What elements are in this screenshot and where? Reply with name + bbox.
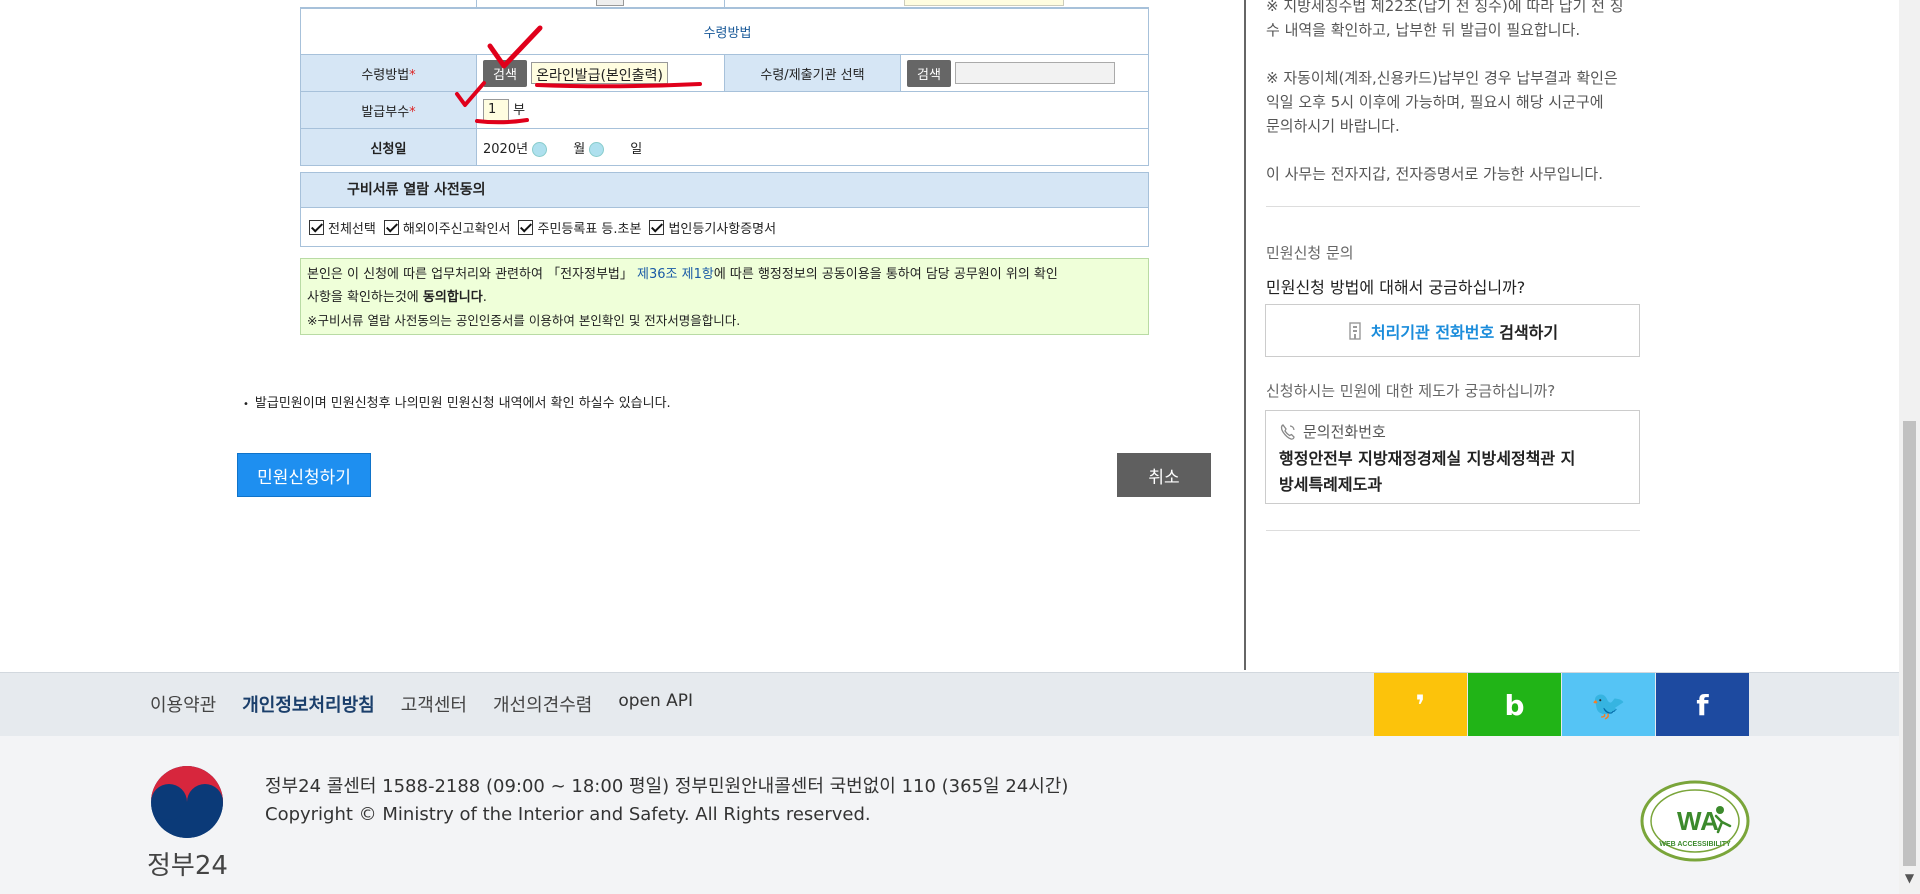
note-line: ※ 지방세징수법 제22조(납기 전 징수)에 따라 납기 전 징 — [1266, 0, 1624, 15]
note-line: ※ 자동이체(계좌,신용카드)납부인 경우 납부결과 확인은 — [1266, 69, 1618, 87]
footer-link[interactable]: open API — [618, 691, 693, 717]
wa-text: WA — [1677, 806, 1719, 836]
sidebar-divider-line — [1266, 206, 1640, 207]
note-line: 수 내역을 확인하고, 납부한 뒤 발급이 필요합니다. — [1266, 21, 1581, 39]
apply-year: 2020년 — [483, 141, 529, 157]
prior-consent-box: 구비서류 열람 사전동의 전체선택 해외이주신고확인서 주민등록표 등.초본 법인등기… — [300, 172, 1149, 247]
band-icon: b — [1504, 688, 1525, 722]
phone-search-link-text: 처리기관 전화번호 — [1370, 322, 1495, 342]
phone-search-suffix: 검색하기 — [1499, 322, 1559, 342]
scrollbar-thumb[interactable] — [1903, 421, 1916, 866]
consent-option-label: 법인등기사항증명서 — [668, 221, 777, 237]
agreement-bold: 동의합니다 — [422, 290, 483, 305]
agreement-text-a: 본인은 이 신청에 따른 업무처리와 관련하여 「전자정부법」 — [307, 267, 633, 282]
section-title: 수령방법 — [300, 8, 1149, 55]
copies-input[interactable]: 1 — [483, 99, 509, 122]
agreement-note: ※구비서류 열람 사전동의는 공인인증서를 이용하여 본인확인 및 전자서명을합… — [307, 313, 741, 328]
tel-label: 문의전화번호 — [1303, 423, 1386, 441]
footer-link[interactable]: 고객센터 — [401, 691, 467, 717]
inquiry-label: 민원신청 문의 — [1266, 244, 1354, 262]
consent-option-label: 주민등록표 등.초본 — [537, 221, 642, 237]
day-unit: 일 — [630, 141, 643, 157]
building-icon — [1349, 321, 1361, 340]
twitter-share-button[interactable]: 🐦 — [1562, 673, 1655, 737]
checkbox[interactable] — [309, 219, 324, 235]
agreement-text-c: 사항을 확인하는것에 — [307, 290, 423, 305]
twitter-icon: 🐦 — [1591, 688, 1626, 722]
scroll-down-arrow-icon[interactable]: ▼ — [1901, 870, 1918, 887]
kakaostory-icon: ❜ — [1415, 688, 1426, 722]
tel-org-line2: 방세특례제도과 — [1279, 475, 1383, 494]
consent-option[interactable]: 법인등기사항증명서 — [649, 218, 776, 237]
consent-option[interactable]: 주민등록표 등.초본 — [518, 218, 641, 237]
band-share-button[interactable]: b — [1468, 673, 1561, 737]
consent-option[interactable]: 해외이주신고확인서 — [383, 218, 511, 237]
receive-org-search-button[interactable]: 검색 — [907, 59, 951, 87]
consent-option-label: 전체선택 — [328, 221, 376, 237]
consent-option[interactable]: 전체선택 — [309, 218, 376, 237]
receive-org-input[interactable] — [955, 62, 1116, 84]
checkbox[interactable] — [518, 219, 534, 235]
apply-button[interactable]: 민원신청하기 — [237, 453, 371, 497]
government-logo-icon — [151, 766, 223, 838]
footer-link[interactable]: 개인정보처리방침 — [242, 691, 374, 717]
note-line: 이 사무는 전자지갑, 전자증명서로 가능한 사무입니다. — [1266, 165, 1603, 183]
footer-link[interactable]: 이용약관 — [150, 691, 216, 717]
consent-title: 구비서류 열람 사전동의 — [301, 173, 1148, 208]
footer-links: 이용약관 개인정보처리방침 고객센터 개선의견수렴 open API — [150, 691, 693, 717]
day-select[interactable] — [589, 141, 605, 157]
facebook-icon: f — [1696, 688, 1709, 722]
web-accessibility-mark-icon: WA WEB ACCESSIBILITY — [1640, 780, 1750, 862]
note-line: 문의하시기 바랍니다. — [1266, 117, 1400, 135]
sidebar-notes: ※ 지방세징수법 제22조(납기 전 징수)에 따라 납기 전 징 수 내역을 … — [1266, 0, 1640, 186]
tel-org-line1: 행정안전부 지방재정경제실 지방세정책관 지 — [1279, 449, 1576, 468]
sidebar-bottom-line — [1266, 530, 1640, 531]
apply-date-label: 신청일 — [300, 128, 477, 166]
agency-phone-search-button[interactable]: 처리기관 전화번호 검색하기 — [1265, 304, 1640, 357]
receive-org-label: 수령/제출기관 선택 — [724, 54, 901, 92]
receive-method-search-button[interactable]: 검색 — [483, 59, 527, 87]
month-select[interactable] — [532, 141, 548, 157]
agreement-box: 본인은 이 신청에 따른 업무처리와 관련하여 「전자정부법」 제36조 제1항… — [300, 258, 1149, 335]
callcenter-info: 정부24 콜센터 1588-2188 (09:00 ~ 18:00 평일) 정부… — [265, 776, 1069, 797]
note-line: 익일 오후 5시 이후에 가능하며, 필요시 해당 시군구에 — [1266, 93, 1604, 111]
consent-options: 전체선택 해외이주신고확인서 주민등록표 등.초본 법인등기사항증명서 — [301, 208, 1148, 246]
law-link[interactable]: 제36조 제1항 — [637, 267, 714, 282]
inquiry-phone-card: 문의전화번호 행정안전부 지방재정경제실 지방세정책관 지 방세특례제도과 — [1265, 410, 1640, 504]
gov24-logo-label: 정부24 — [147, 851, 228, 881]
agreement-text-b: 에 따른 행정정보의 공동이용을 통하여 담당 공무원이 위의 확인 — [713, 267, 1058, 282]
footer-link[interactable]: 개선의견수렴 — [493, 691, 592, 717]
footer-nav: 이용약관 개인정보처리방침 고객센터 개선의견수렴 open API ❜ b 🐦 f — [0, 672, 1899, 737]
facebook-share-button[interactable]: f — [1656, 673, 1749, 737]
system-question: 신청하시는 민원에 대한 제도가 궁금하십니까? — [1266, 382, 1556, 400]
cancel-button[interactable]: 취소 — [1117, 453, 1211, 497]
top-partial-row — [300, 0, 1149, 8]
copies-unit: 부 — [513, 102, 526, 118]
receive-method-input[interactable]: 온라인발급(본인출력) — [531, 62, 668, 84]
checkbox[interactable] — [383, 219, 399, 235]
kakaostory-share-button[interactable]: ❜ — [1374, 673, 1467, 737]
consent-option-label: 해외이주신고확인서 — [402, 221, 511, 237]
copyright: Copyright © Ministry of the Interior and… — [265, 804, 871, 825]
issue-notice: 발급민원이며 민원신청후 나의민원 민원신청 내역에서 확인 하실수 있습니다. — [243, 392, 671, 411]
phone-icon — [1280, 423, 1295, 440]
inquiry-title: 민원신청 방법에 대해서 궁금하십니까? — [1266, 278, 1526, 297]
copies-label: 발급부수* — [300, 91, 477, 129]
sidebar-divider — [1244, 0, 1246, 670]
receive-method-label: 수령방법* — [300, 54, 477, 92]
wa-subtext: WEB ACCESSIBILITY — [1659, 841, 1731, 848]
month-unit: 월 — [573, 141, 586, 157]
receive-method-table: 수령방법 수령방법* 검색 온라인발급(본인출력) 수령/제출기관 선택 검색 … — [300, 8, 1149, 166]
checkbox[interactable] — [649, 219, 665, 235]
